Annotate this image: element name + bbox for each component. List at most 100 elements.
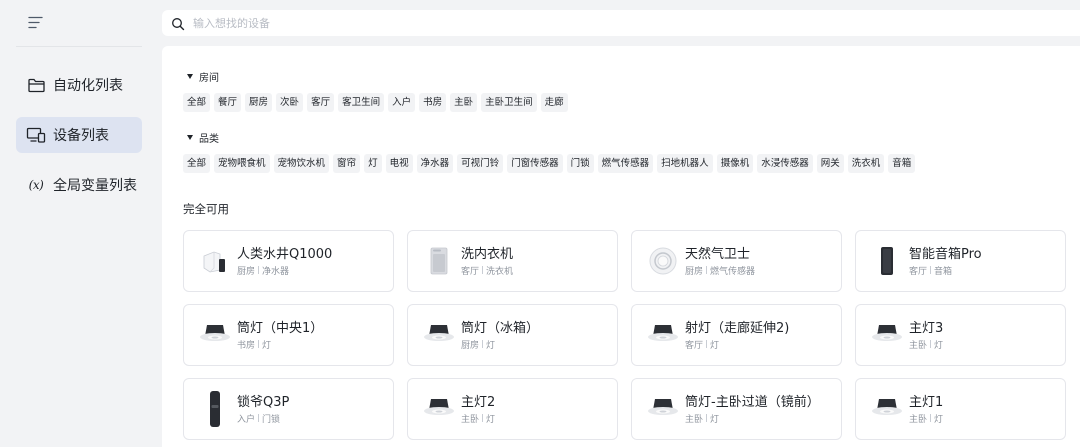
folder-icon xyxy=(26,75,46,95)
device-meta: 客厅 音箱 xyxy=(909,264,982,277)
device-name: 主灯3 xyxy=(909,320,944,336)
device-meta: 主卧灯 xyxy=(909,338,943,351)
device-meta: 厨房 燃气传感器 xyxy=(685,264,755,277)
category-chip[interactable]: 水浸传感器 xyxy=(757,154,813,173)
gas-sensor-icon xyxy=(646,244,680,278)
room-chip[interactable]: 入户 xyxy=(388,93,416,112)
category-chip[interactable]: 全部 xyxy=(183,154,211,173)
room-chip[interactable]: 厨房 xyxy=(245,93,273,112)
room-filter-chips: 全部 餐厅 厨房 次卧 客厅 客卫生间 入户 书房 主卧 主卧卫生间 走廊 xyxy=(183,93,568,112)
category-chip[interactable]: 电视 xyxy=(385,154,413,173)
meta-divider xyxy=(706,266,708,274)
device-name: 天然气卫士 xyxy=(685,246,751,262)
device-type: 净水器 xyxy=(262,266,290,277)
category-chip[interactable]: 扫地机器人 xyxy=(657,154,713,173)
sidebar: 自动化列表 设备列表 (x) 全局变量列表 xyxy=(0,0,162,447)
device-card[interactable]: 筒灯-主卧过道（镜前） 主卧灯 xyxy=(631,378,842,440)
device-type: 灯 xyxy=(486,340,496,351)
device-card[interactable]: 筒灯（冰箱） 厨房灯 xyxy=(407,304,618,366)
device-name: 智能音箱Pro xyxy=(909,246,982,262)
device-room: 主卧 xyxy=(909,414,928,425)
category-chip[interactable]: 燃气传感器 xyxy=(597,154,654,173)
room-chip[interactable]: 走廊 xyxy=(540,93,568,112)
sidebar-item-device-list[interactable]: 设备列表 xyxy=(16,117,142,153)
category-filter-title: 品类 xyxy=(199,134,219,145)
device-card[interactable]: 射灯（走廊延伸2) 客厅灯 xyxy=(631,304,842,366)
device-meta: 书房灯 xyxy=(237,338,323,351)
device-name: 锁爷Q3P xyxy=(237,394,290,410)
room-chip[interactable]: 客卫生间 xyxy=(338,93,385,112)
downlight-icon xyxy=(646,318,680,352)
room-chip[interactable]: 主卧卫生间 xyxy=(481,93,537,112)
meta-divider xyxy=(258,340,260,348)
device-name: 筒灯（中央1） xyxy=(237,320,324,336)
category-chip[interactable]: 网关 xyxy=(816,154,844,173)
device-card[interactable]: 主灯1 主卧灯 xyxy=(855,378,1066,440)
sidebar-item-label: 全局变量列表 xyxy=(53,178,137,194)
device-card[interactable]: 天然气卫士厨房 燃气传感器 xyxy=(631,230,842,292)
device-room: 厨房 xyxy=(685,266,704,277)
room-filter-header[interactable]: 房间 xyxy=(187,69,219,84)
device-card[interactable]: 主灯3 主卧灯 xyxy=(855,304,1066,366)
device-type: 门锁 xyxy=(262,414,281,425)
device-room: 主卧 xyxy=(909,340,928,351)
device-room: 客厅 xyxy=(685,340,704,351)
device-card[interactable]: 洗内衣机 客厅 洗衣机 xyxy=(407,230,618,292)
device-card-text: 天然气卫士厨房 燃气传感器 xyxy=(685,246,755,277)
caret-down-icon xyxy=(187,135,193,140)
room-chip[interactable]: 客厅 xyxy=(307,93,335,112)
door-lock-icon xyxy=(198,391,232,427)
device-card[interactable]: 筒灯（中央1） 书房灯 xyxy=(183,304,394,366)
device-card[interactable]: 智能音箱Pro 客厅 音箱 xyxy=(855,230,1066,292)
room-chip[interactable]: 次卧 xyxy=(276,93,304,112)
sidebar-divider xyxy=(16,46,142,47)
section-title-available: 完全可用 xyxy=(183,202,229,216)
device-card-text: 主灯3 主卧灯 xyxy=(909,320,943,351)
device-type: 灯 xyxy=(934,340,944,351)
device-card-text: 智能音箱Pro 客厅 音箱 xyxy=(909,246,982,277)
category-chip[interactable]: 洗衣机 xyxy=(847,154,885,173)
device-room: 厨房 xyxy=(461,340,480,351)
category-chip[interactable]: 窗帘 xyxy=(333,154,361,173)
variable-icon: (x) xyxy=(28,178,44,192)
water-purifier-icon xyxy=(198,244,232,278)
device-card-text: 主灯2 主卧灯 xyxy=(461,394,495,425)
speaker-icon xyxy=(870,244,904,278)
main-panel: 房间 全部 餐厅 厨房 次卧 客厅 客卫生间 入户 书房 主卧 主卧卫生间 走廊 品类 全部 宠物喂食… xyxy=(162,46,1080,447)
device-type: 洗衣机 xyxy=(486,266,514,277)
sidebar-item-automation-list[interactable]: 自动化列表 xyxy=(16,67,142,103)
sidebar-item-label: 设备列表 xyxy=(53,128,109,144)
device-type: 灯 xyxy=(486,414,496,425)
search-input[interactable] xyxy=(193,16,793,30)
category-chip[interactable]: 净水器 xyxy=(416,154,454,173)
device-card[interactable]: 主灯2 主卧灯 xyxy=(407,378,618,440)
device-name: 筒灯（冰箱） xyxy=(461,320,540,336)
washing-machine-icon xyxy=(422,244,456,278)
meta-divider xyxy=(930,340,932,348)
category-chip[interactable]: 宠物喂食机 xyxy=(214,154,270,173)
device-type: 灯 xyxy=(710,340,720,351)
room-chip[interactable]: 书房 xyxy=(419,93,447,112)
room-chip[interactable]: 餐厅 xyxy=(214,93,242,112)
device-card[interactable]: 人类水井Q1000 厨房 净水器 xyxy=(183,230,394,292)
device-name: 主灯1 xyxy=(909,394,944,410)
sidebar-item-global-variables[interactable]: (x) 全局变量列表 xyxy=(16,167,142,203)
category-chip[interactable]: 灯 xyxy=(364,154,382,173)
downlight-icon xyxy=(422,392,456,426)
category-filter-header[interactable]: 品类 xyxy=(187,130,219,145)
device-meta: 主卧灯 xyxy=(461,412,495,425)
meta-divider xyxy=(706,414,708,422)
meta-divider xyxy=(482,340,484,348)
menu-icon[interactable] xyxy=(27,15,45,31)
category-chip[interactable]: 宠物饮水机 xyxy=(273,154,330,173)
room-chip[interactable]: 主卧 xyxy=(450,93,478,112)
category-chip[interactable]: 可视门铃 xyxy=(457,154,504,173)
device-card[interactable]: 锁爷Q3P 入户 门锁 xyxy=(183,378,394,440)
room-filter-title: 房间 xyxy=(199,73,219,84)
device-type: 灯 xyxy=(262,340,272,351)
category-chip[interactable]: 音箱 xyxy=(888,154,916,173)
category-chip[interactable]: 门窗传感器 xyxy=(507,154,563,173)
category-chip[interactable]: 摄像机 xyxy=(716,154,754,173)
room-chip[interactable]: 全部 xyxy=(183,93,211,112)
category-chip[interactable]: 门锁 xyxy=(566,154,594,173)
